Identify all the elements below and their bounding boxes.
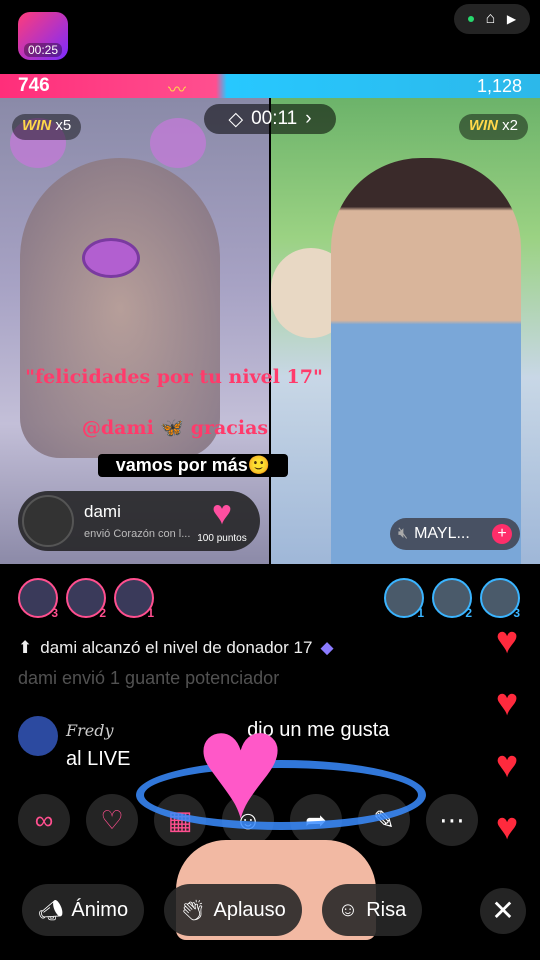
follow-plus-icon[interactable]: + <box>492 524 512 544</box>
megaphone-icon: 📣︎ <box>38 899 64 922</box>
chat-message: Fredy dio un me gusta al LIVE <box>18 716 438 773</box>
caption-line-2: @dami 🦋 gracias <box>81 417 269 439</box>
edit-icon[interactable]: ✎ <box>358 794 410 846</box>
top-bar: 00:25 ⌂ ▶ <box>0 0 540 72</box>
clap-icon: 👏︎ <box>180 899 206 922</box>
more-icon[interactable]: ⋯ <box>426 794 478 846</box>
battle-score-bar: 746 〰 1,128 <box>0 74 540 100</box>
avatar[interactable]: 1 <box>384 578 424 620</box>
left-streamer <box>20 158 220 458</box>
reaction-laugh[interactable]: ☺ Risa <box>321 884 423 936</box>
system-message: ⬆ dami alcanzó el nivel de donador 17 ◆ <box>18 638 334 657</box>
reaction-bar: 📣︎ Ánimo 👏︎ Aplauso ☺ Risa <box>22 884 423 936</box>
gifter-name: dami <box>84 502 121 521</box>
home-icon: ⌂ <box>485 10 496 27</box>
floating-hearts: ♥ ♥ ♥ ♥ <box>482 610 532 858</box>
diamond-icon: ◆ <box>320 638 334 657</box>
heart-icon: ♥ <box>495 806 519 848</box>
gift-description: envió Corazón con l... <box>84 528 191 540</box>
filter-ear-right <box>150 118 206 168</box>
laugh-icon: ☺ <box>337 898 359 921</box>
filter-nose <box>82 238 140 278</box>
avatar[interactable] <box>18 716 58 756</box>
link-icon[interactable]: ∞ <box>18 794 70 846</box>
diamond-icon: ◇ <box>228 108 244 130</box>
avatar <box>22 495 74 547</box>
opponent-tag[interactable]: 🔇︎ MAYL... + <box>390 518 520 550</box>
co-host-icon[interactable]: ♡ <box>86 794 138 846</box>
badge-timer: 00:25 <box>23 43 63 57</box>
muted-speaker-icon: 🔇︎ <box>398 525 409 542</box>
right-streamer <box>331 158 521 564</box>
heart-icon: ♥ <box>495 682 519 724</box>
sticker-icon[interactable]: ☺ <box>222 794 274 846</box>
gift-notification[interactable]: dami envió Corazón con l... ♥ 100 puntos <box>18 491 260 551</box>
avatar[interactable]: 2 <box>432 578 472 620</box>
right-win-badge: WIN x2 <box>458 114 528 140</box>
home-pill[interactable]: ⌂ ▶ <box>454 4 530 34</box>
play-icon: ▶ <box>506 12 517 26</box>
gift-points: 100 puntos <box>197 533 247 544</box>
avatar[interactable]: 1 <box>114 578 154 620</box>
left-top-gifters: 3 2 1 <box>18 578 154 620</box>
reaction-cheer[interactable]: 📣︎ Ánimo <box>22 884 145 936</box>
avatar[interactable]: 3 <box>18 578 58 620</box>
chat-username[interactable]: Fredy <box>66 721 114 740</box>
right-score: 1,128 <box>476 76 522 96</box>
faded-message: dami envió 1 guante potenciador <box>18 668 280 688</box>
host-badge[interactable]: 00:25 <box>18 12 68 60</box>
action-bar: ∞ ♡ ▦ ☺ ➦ ✎ ⋯ <box>18 794 478 846</box>
share-icon[interactable]: ➦ <box>290 794 342 846</box>
arrow-up-icon: ⬆ <box>18 638 33 657</box>
close-icon[interactable]: ✕ <box>480 888 526 934</box>
right-stream[interactable]: WIN x2 <box>271 98 540 564</box>
chevron-right-icon: › <box>305 108 312 129</box>
reaction-applause[interactable]: 👏︎ Aplauso <box>164 884 302 936</box>
caption-line-3: vamos por más🙂 <box>98 454 288 477</box>
left-win-badge: WIN x5 <box>12 114 82 140</box>
heart-icon: ♥ <box>495 744 519 786</box>
battle-timer[interactable]: ◇ 00:11 › <box>204 104 336 134</box>
left-score: 746 <box>18 75 50 96</box>
live-dot-icon <box>467 16 474 22</box>
battle-streams: WIN x5 WIN x2 ◇ 00:11 › "felicidades por… <box>0 98 540 564</box>
gift-box-icon[interactable]: ▦ <box>154 794 206 846</box>
heart-icon: ♥ <box>495 620 519 662</box>
caption-line-1: "felicidades por tu nivel 17" <box>25 366 323 388</box>
avatar[interactable]: 2 <box>66 578 106 620</box>
heart-gift-icon: ♥ <box>211 494 233 532</box>
